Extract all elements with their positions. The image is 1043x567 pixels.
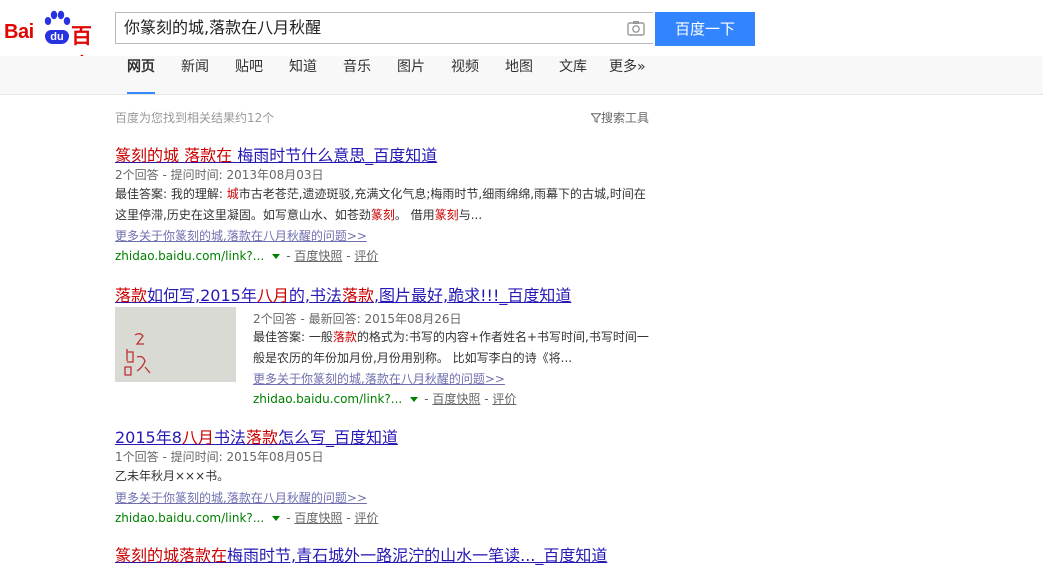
tab-zhidao[interactable]: 知道	[289, 56, 317, 94]
result-url-row: zhidao.baidu.com/link?... - 百度快照 - 评价	[115, 249, 379, 263]
text-segment: 最佳答案: 一般	[253, 330, 333, 344]
handwriting-thumbnail-image	[115, 307, 236, 382]
text-segment: 梅雨时节什么意思_百度知道	[232, 146, 438, 165]
text-segment: 乙未年秋月×××书。	[115, 469, 230, 483]
result-meta: 1个回答 - 提问时间: 2015年08月05日	[115, 450, 324, 464]
tab-music[interactable]: 音乐	[343, 56, 371, 94]
url-dropdown-icon[interactable]	[410, 397, 419, 402]
result-title[interactable]: 落款如何写,2015年八月的,书法落款,图片最好,跪求!!!_百度知道	[115, 282, 571, 306]
text-segment: 。 借用	[394, 208, 435, 222]
result-count: 百度为您找到相关结果约12个	[115, 111, 275, 125]
logo-du-text: du	[45, 30, 69, 44]
highlight-text: 八月	[181, 428, 214, 447]
text-segment: ,图片最好,跪求!!!_百度知道	[373, 286, 572, 305]
rate-link[interactable]: 评价	[492, 392, 516, 406]
highlight-text: 落款在	[184, 146, 233, 165]
highlight-text: 篆刻的城	[115, 146, 180, 165]
text-segment: 最佳答案: 我的理解:	[115, 187, 227, 201]
text-segment: 梅雨时节,青石城外一路泥泞的山水一笔读..._百度知道	[227, 546, 608, 565]
highlight-text: 落款	[332, 330, 357, 344]
result-abstract: 乙未年秋月×××书。	[115, 466, 655, 487]
snapshot-link[interactable]: 百度快照	[294, 511, 342, 525]
tab-tieba[interactable]: 贴吧	[235, 56, 263, 94]
more-questions-link[interactable]: 更多关于你篆刻的城,落款在八月秋醒的问题>>	[115, 227, 367, 244]
highlight-text: 落款	[115, 286, 148, 305]
tab-map[interactable]: 地图	[505, 56, 533, 94]
result-abstract: 最佳答案: 一般落款的格式为:书写的内容+作者姓名+书写时间,书写时间一般是农历…	[253, 327, 653, 369]
highlight-text: 八月	[256, 286, 289, 305]
result-title[interactable]: 篆刻的城落款在梅雨时节,青石城外一路泥泞的山水一笔读..._百度知道	[115, 542, 607, 566]
search-tools-label: 搜索工具	[601, 111, 650, 125]
rate-link[interactable]: 评价	[354, 249, 378, 263]
url-dropdown-icon[interactable]	[272, 516, 281, 521]
highlight-text: 城	[226, 187, 239, 201]
rate-link[interactable]: 评价	[354, 511, 378, 525]
result-url[interactable]: zhidao.baidu.com/link?...	[115, 249, 264, 263]
result-url-row: zhidao.baidu.com/link?... - 百度快照 - 评价	[253, 392, 517, 406]
tab-news[interactable]: 新闻	[181, 56, 209, 94]
result-meta: 2个回答 - 最新回答: 2015年08月26日	[253, 312, 462, 326]
search-input[interactable]	[124, 13, 614, 43]
text-segment: 书法	[213, 428, 246, 447]
highlight-text: 篆刻	[434, 208, 459, 222]
result-url[interactable]: zhidao.baidu.com/link?...	[253, 392, 402, 406]
snapshot-link[interactable]: 百度快照	[432, 392, 480, 406]
tab-web[interactable]: 网页	[127, 56, 155, 94]
more-questions-link[interactable]: 更多关于你篆刻的城,落款在八月秋醒的问题>>	[115, 489, 367, 506]
url-dropdown-icon[interactable]	[272, 254, 281, 259]
tab-video[interactable]: 视频	[451, 56, 479, 94]
text-segment: 2015年8	[115, 428, 182, 447]
header: Bai du 百度 百度一下	[0, 0, 1043, 78]
highlight-text: 落款	[341, 286, 374, 305]
text-segment: 怎么写_百度知道	[277, 428, 398, 447]
result-url[interactable]: zhidao.baidu.com/link?...	[115, 511, 264, 525]
baidu-logo[interactable]: Bai du 百度	[4, 8, 108, 78]
result-meta: 2个回答 - 提问时间: 2013年08月03日	[115, 168, 324, 182]
result-thumbnail[interactable]	[115, 307, 236, 382]
tab-images[interactable]: 图片	[397, 56, 425, 94]
search-tools[interactable]: 搜索工具	[591, 109, 649, 126]
highlight-text: 篆刻	[370, 208, 395, 222]
search-button[interactable]: 百度一下	[655, 12, 755, 46]
tab-wenku[interactable]: 文库	[559, 56, 587, 94]
search-box	[115, 12, 653, 44]
logo-bai-text: Bai	[4, 21, 34, 43]
text-segment: 与...	[458, 208, 483, 222]
text-segment: 的,书法	[288, 286, 342, 305]
snapshot-link[interactable]: 百度快照	[294, 249, 342, 263]
camera-icon[interactable]	[627, 20, 645, 36]
nav-bar: 网页 新闻 贴吧 知道 音乐 图片 视频 地图 文库 更多»	[0, 56, 1043, 95]
highlight-text: 篆刻的城落款在	[115, 546, 228, 565]
highlight-text: 落款	[245, 428, 278, 447]
result-title[interactable]: 2015年8八月书法落款怎么写_百度知道	[115, 424, 398, 448]
result-title[interactable]: 篆刻的城 落款在 梅雨时节什么意思_百度知道	[115, 142, 437, 166]
tab-more[interactable]: 更多»	[609, 56, 646, 94]
result-abstract: 最佳答案: 我的理解: 城市古老苍茫,遗迹斑驳,充满文化气息;梅雨时节,细雨绵绵…	[115, 184, 655, 226]
filter-icon	[591, 113, 601, 123]
result-url-row: zhidao.baidu.com/link?... - 百度快照 - 评价	[115, 511, 379, 525]
text-segment: 如何写,2015年	[147, 286, 257, 305]
more-questions-link[interactable]: 更多关于你篆刻的城,落款在八月秋醒的问题>>	[253, 370, 505, 387]
